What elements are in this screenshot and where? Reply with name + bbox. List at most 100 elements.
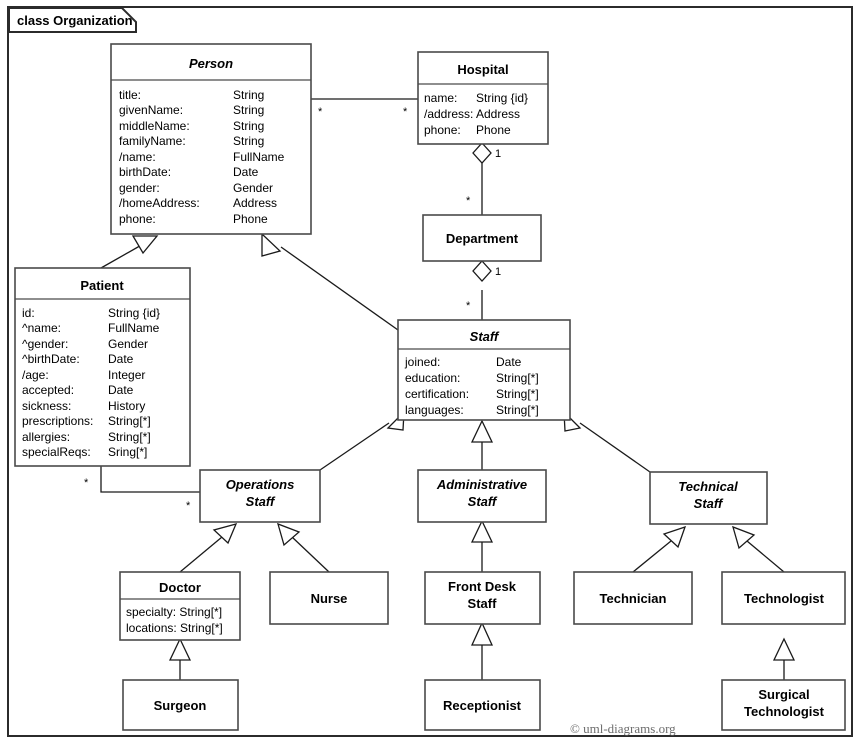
attribute-type: Address: [476, 107, 520, 121]
attribute-name: accepted:: [22, 383, 74, 397]
attribute-name: ^gender:: [22, 337, 68, 351]
attribute-type: String: [233, 119, 264, 133]
multiplicity-hospital-whole-end: 1: [495, 148, 501, 160]
attribute-type: Address: [233, 196, 277, 210]
generalization-arrowhead: [261, 232, 282, 257]
class-name-label: Technician: [600, 591, 667, 606]
class-operations-staff[interactable]: Operations Staff: [199, 469, 321, 523]
aggregation-diamond: [472, 142, 492, 164]
class-name-label-line1: Operations: [226, 477, 295, 492]
class-name-label: Surgeon: [154, 698, 207, 713]
generalization-technologist-technical: [746, 540, 785, 573]
attribute-name: birthDate:: [119, 165, 171, 179]
class-name-label-line1: Surgical: [758, 687, 809, 702]
generalization-arrowhead: [131, 235, 159, 255]
attribute-type: Date: [496, 355, 522, 369]
class-name-label: Receptionist: [443, 698, 522, 713]
class-name-label-line1: Administrative: [436, 477, 527, 492]
class-hospital[interactable]: Hospital name: String {id} /address: Add…: [417, 51, 549, 145]
attribute-name: certification:: [405, 387, 469, 401]
generalization-doctor-operations: [179, 536, 223, 573]
multiplicity-hospital-end: *: [403, 106, 408, 118]
class-name-label-line2: Technologist: [744, 704, 825, 719]
attribute-type: String[*]: [496, 403, 539, 417]
attribute-type: String: [233, 103, 264, 117]
attribute-type: Date: [108, 352, 134, 366]
attribute-type: FullName: [233, 150, 285, 164]
attribute-name: specialty:: [126, 605, 176, 619]
attribute-name: /age:: [22, 368, 49, 382]
attribute-type: Date: [233, 165, 259, 179]
uml-class-diagram: class Organization * * 1 * 1 * * * Perso…: [0, 0, 860, 747]
class-name-label: Hospital: [457, 62, 508, 77]
attribute-name: /homeAddress:: [119, 196, 200, 210]
attribute-name: allergies:: [22, 430, 70, 444]
generalization-arrowhead: [470, 621, 494, 646]
attribute-type: Gender: [108, 337, 148, 351]
class-nurse[interactable]: Nurse: [269, 571, 389, 625]
attribute-name: prescriptions:: [22, 414, 93, 428]
generalization-arrowhead: [772, 637, 796, 661]
attribute-type: String[*]: [108, 430, 151, 444]
frame-title: class Organization: [17, 13, 133, 28]
attribute-name: gender:: [119, 181, 160, 195]
class-receptionist[interactable]: Receptionist: [424, 679, 541, 731]
attribute-name: phone:: [119, 212, 156, 226]
attribute-type: String: [233, 88, 264, 102]
class-name-label: Doctor: [159, 580, 201, 595]
generalization-technical-staff: [579, 422, 651, 473]
generalization-nurse-operations: [291, 536, 330, 573]
generalization-patient-person: [100, 242, 146, 269]
attribute-type: String[*]: [180, 621, 223, 635]
class-technical-staff[interactable]: Technical Staff: [649, 471, 768, 525]
class-name-label: Nurse: [311, 591, 348, 606]
class-department[interactable]: Department: [422, 214, 542, 262]
class-name-label: Technologist: [744, 591, 825, 606]
multiplicity-department-whole-end: 1: [495, 266, 501, 278]
class-surgical-technologist[interactable]: Surgical Technologist: [721, 679, 846, 731]
class-front-desk-staff[interactable]: Front Desk Staff: [424, 571, 541, 625]
attribute-type: History: [108, 399, 145, 413]
class-administrative-staff[interactable]: Administrative Staff: [417, 469, 547, 523]
aggregation-diamond: [472, 260, 492, 282]
attribute-name: title:: [119, 88, 141, 102]
class-patient[interactable]: Patient id: String {id} ^name: FullName …: [14, 267, 191, 467]
attribute-name: familyName:: [119, 134, 186, 148]
attribute-name: education:: [405, 371, 460, 385]
attribute-name: /address:: [424, 107, 473, 121]
class-name-label-line2: Staff: [246, 494, 276, 509]
class-technician[interactable]: Technician: [573, 571, 693, 625]
attribute-name: middleName:: [119, 119, 190, 133]
multiplicity-operations-assoc-end: *: [186, 500, 191, 512]
generalization-arrowhead: [470, 519, 494, 543]
class-staff[interactable]: Staff joined: Date education: String[*] …: [397, 319, 571, 421]
generalization-technician-technical: [632, 540, 672, 573]
multiplicity-patient-assoc-end: *: [84, 477, 89, 489]
class-name-label-line1: Front Desk: [448, 579, 517, 594]
class-name-label-line1: Technical: [678, 479, 738, 494]
association-patient-operations-staff: [100, 466, 200, 493]
generalization-staff-person: [280, 246, 399, 331]
class-name-label-line2: Staff: [468, 596, 498, 611]
class-name-label: Patient: [80, 278, 124, 293]
attribute-name: languages:: [405, 403, 464, 417]
attribute-name: name:: [424, 91, 457, 105]
attribute-type: String[*]: [496, 387, 539, 401]
attribute-type: String[*]: [179, 605, 222, 619]
class-technologist[interactable]: Technologist: [721, 571, 846, 625]
attribute-name: sickness:: [22, 399, 71, 413]
class-surgeon[interactable]: Surgeon: [122, 679, 239, 731]
class-doctor[interactable]: Doctor specialty: String[*] locations: S…: [119, 571, 241, 641]
attribute-name: givenName:: [119, 103, 183, 117]
attribute-type: FullName: [108, 321, 160, 335]
class-person[interactable]: Person title: String givenName: String m…: [110, 43, 312, 235]
attribute-name: /name:: [119, 150, 156, 164]
attribute-name: ^name:: [22, 321, 61, 335]
generalization-arrowhead: [168, 637, 192, 661]
multiplicity-staff-part-end: *: [466, 300, 471, 312]
copyright-notice: © uml-diagrams.org: [570, 721, 676, 736]
generalization-arrowhead: [277, 522, 301, 547]
attribute-name: specialReqs:: [22, 445, 91, 459]
attribute-type: String {id}: [476, 91, 528, 105]
generalization-arrowhead: [470, 419, 494, 443]
